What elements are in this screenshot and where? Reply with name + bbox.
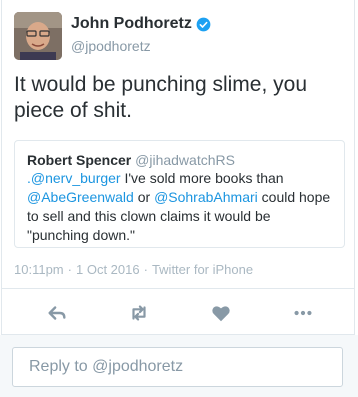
tweet-meta: 10:11pm · 1 Oct 2016 · Twitter for iPhone <box>14 262 253 277</box>
avatar-image <box>14 12 62 60</box>
tweet-date[interactable]: 1 Oct 2016 <box>76 262 140 277</box>
meta-separator: · <box>143 262 148 277</box>
reply-icon[interactable] <box>46 302 68 324</box>
more-icon[interactable] <box>292 302 314 324</box>
quoted-text-segment: I've sold more books than <box>120 170 284 186</box>
meta-separator: · <box>67 262 72 277</box>
quoted-text-segment: or <box>133 189 155 205</box>
quoted-tweet[interactable]: Robert Spencer @jihadwatchRS .@nerv_burg… <box>14 140 345 248</box>
author-name[interactable]: John Podhoretz <box>71 15 211 33</box>
author-handle[interactable]: @jpodhoretz <box>71 38 151 54</box>
like-icon[interactable] <box>210 302 232 324</box>
quoted-author-handle: @jihadwatchRS <box>135 152 235 168</box>
mention-link[interactable]: @SohrabAhmari <box>154 189 258 205</box>
retweet-icon[interactable] <box>128 302 150 324</box>
mention-link[interactable]: .@nerv_burger <box>27 170 121 186</box>
avatar[interactable] <box>14 12 62 60</box>
tweet-card: John Podhoretz @jpodhoretz It would be p… <box>1 0 355 335</box>
verified-badge-icon <box>196 17 211 31</box>
quoted-tweet-text: .@nerv_burger I've sold more books than … <box>27 169 332 245</box>
tweet-source: Twitter for iPhone <box>151 262 254 277</box>
tweet-time[interactable]: 10:11pm <box>14 262 64 277</box>
tweet-actions <box>2 300 354 326</box>
tweet-text: It would be punching slime, you piece of… <box>14 73 308 122</box>
reply-input[interactable]: Reply to @jpodhoretz <box>12 347 343 387</box>
author-name-text: John Podhoretz <box>71 15 192 32</box>
quoted-author-name: Robert Spencer <box>27 152 132 168</box>
mention-link[interactable]: @AbeGreenwald <box>27 189 134 205</box>
divider <box>2 288 354 289</box>
quoted-tweet-header: Robert Spencer @jihadwatchRS <box>27 151 332 169</box>
